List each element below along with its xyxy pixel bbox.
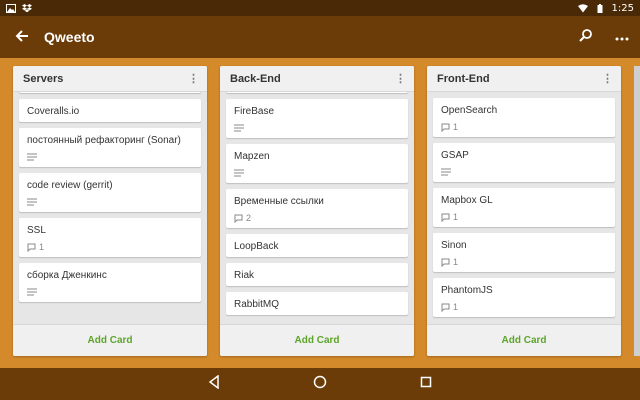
search-icon bbox=[579, 28, 593, 47]
card-rabbitmq[interactable]: RabbitMQ bbox=[226, 292, 408, 315]
card-title: Mapzen bbox=[234, 151, 270, 162]
card-mapzen[interactable]: Mapzen bbox=[226, 144, 408, 183]
comment-count: 1 bbox=[453, 302, 459, 312]
list-title: Servers bbox=[23, 72, 64, 85]
description-icon bbox=[441, 168, 451, 176]
card-opensearch[interactable]: OpenSearch 1 bbox=[433, 98, 615, 137]
battery-icon bbox=[595, 3, 605, 13]
board: Servers ⋮ 1 Coveralls.io постоянный рефа… bbox=[0, 58, 640, 368]
next-list-edge[interactable] bbox=[634, 66, 640, 356]
card-phantomjs[interactable]: PhantomJS 1 bbox=[433, 278, 615, 317]
card-code-review[interactable]: code review (gerrit) bbox=[19, 173, 201, 212]
card-title: Riak bbox=[234, 270, 255, 281]
card-refactoring[interactable]: постоянный рефакторинг (Sonar) bbox=[19, 128, 201, 167]
nav-back-icon bbox=[207, 374, 221, 394]
list-front-end: Front-End ⋮ OpenSearch 1 GSAP Mapbox GL … bbox=[427, 66, 621, 356]
nav-recents-icon bbox=[420, 375, 432, 393]
card-temp-links[interactable]: Временные ссылки 2 bbox=[226, 189, 408, 228]
nav-recents-button[interactable] bbox=[416, 374, 436, 394]
list-servers: Servers ⋮ 1 Coveralls.io постоянный рефа… bbox=[13, 66, 207, 356]
card-title: OpenSearch bbox=[441, 105, 498, 116]
card-partial[interactable]: 1 bbox=[226, 92, 408, 93]
card-coveralls[interactable]: Coveralls.io bbox=[19, 99, 201, 122]
list-header: Front-End ⋮ bbox=[427, 66, 621, 92]
card-title: code review (gerrit) bbox=[27, 180, 113, 191]
card-title: GSAP bbox=[441, 150, 469, 161]
comment-count: 1 bbox=[453, 257, 459, 267]
card-title: RabbitMQ bbox=[234, 299, 280, 310]
more-vertical-icon[interactable]: ⋮ bbox=[395, 72, 406, 85]
card-gsap[interactable]: GSAP bbox=[433, 143, 615, 182]
comment-icon bbox=[441, 123, 450, 132]
dropbox-icon bbox=[22, 3, 32, 13]
comment-count: 2 bbox=[246, 213, 252, 223]
card-mapbox-gl[interactable]: Mapbox GL 1 bbox=[433, 188, 615, 227]
card-firebase[interactable]: FireBase bbox=[226, 99, 408, 138]
card-title: FireBase bbox=[234, 106, 275, 117]
card-loopback[interactable]: LoopBack bbox=[226, 234, 408, 257]
list-header: Servers ⋮ bbox=[13, 66, 207, 92]
card-title: постоянный рефакторинг (Sonar) bbox=[27, 135, 181, 146]
description-icon bbox=[234, 124, 244, 132]
comment-icon bbox=[441, 303, 450, 312]
comment-icon bbox=[441, 258, 450, 267]
more-vertical-icon[interactable]: ⋮ bbox=[602, 72, 613, 85]
comment-count: 1 bbox=[453, 122, 459, 132]
card-title: SSL bbox=[27, 225, 46, 236]
comment-count: 1 bbox=[39, 242, 45, 252]
list-title: Back-End bbox=[230, 72, 281, 85]
status-time: 1:25 bbox=[611, 2, 634, 14]
list-back-end: Back-End ⋮ 1 FireBase Mapzen Временные с… bbox=[220, 66, 414, 356]
more-horizontal-icon bbox=[615, 28, 629, 46]
card-title: Sinon bbox=[441, 240, 467, 251]
nav-home-icon bbox=[313, 375, 327, 394]
card-title: PhantomJS bbox=[441, 285, 493, 296]
description-icon bbox=[234, 169, 244, 177]
comment-count: 1 bbox=[453, 212, 459, 222]
description-icon bbox=[27, 198, 37, 206]
list-header: Back-End ⋮ bbox=[220, 66, 414, 92]
wifi-icon bbox=[577, 3, 588, 13]
comment-icon bbox=[234, 214, 243, 223]
add-card-button[interactable]: Add Card bbox=[427, 324, 621, 356]
arrow-left-icon bbox=[15, 27, 29, 48]
comment-icon bbox=[27, 243, 36, 252]
add-card-button[interactable]: Add Card bbox=[220, 324, 414, 356]
nav-home-button[interactable] bbox=[310, 374, 330, 394]
more-vertical-icon[interactable]: ⋮ bbox=[188, 72, 199, 85]
description-icon bbox=[27, 288, 37, 296]
search-button[interactable] bbox=[568, 16, 604, 58]
more-button[interactable] bbox=[604, 16, 640, 58]
card-title: Mapbox GL bbox=[441, 195, 493, 206]
card-title: Временные ссылки bbox=[234, 196, 324, 207]
card-list[interactable]: 1 Coveralls.io постоянный рефакторинг (S… bbox=[13, 92, 207, 322]
card-jenkins[interactable]: сборка Дженкинс bbox=[19, 263, 201, 302]
comment-icon bbox=[441, 213, 450, 222]
card-riak[interactable]: Riak bbox=[226, 263, 408, 286]
list-title: Front-End bbox=[437, 72, 490, 85]
card-title: LoopBack bbox=[234, 241, 279, 252]
card-ssl[interactable]: SSL 1 bbox=[19, 218, 201, 257]
card-sinon[interactable]: Sinon 1 bbox=[433, 233, 615, 272]
nav-back-button[interactable] bbox=[204, 374, 224, 394]
card-list[interactable]: 1 FireBase Mapzen Временные ссылки 2 Loo… bbox=[220, 92, 414, 322]
card-list[interactable]: OpenSearch 1 GSAP Mapbox GL 1 Sinon 1 Ph… bbox=[427, 92, 621, 322]
image-notification-icon bbox=[6, 3, 16, 13]
card-title: Coveralls.io bbox=[27, 106, 80, 117]
app-bar: Qweeto bbox=[0, 16, 640, 58]
card-title: сборка Дженкинс bbox=[27, 270, 107, 281]
card-partial[interactable]: 1 bbox=[19, 92, 201, 93]
add-card-button[interactable]: Add Card bbox=[13, 324, 207, 356]
navigation-bar bbox=[0, 368, 640, 400]
status-bar: 1:25 bbox=[0, 0, 640, 16]
back-button[interactable] bbox=[0, 16, 44, 58]
description-icon bbox=[27, 153, 37, 161]
app-title: Qweeto bbox=[44, 29, 95, 45]
